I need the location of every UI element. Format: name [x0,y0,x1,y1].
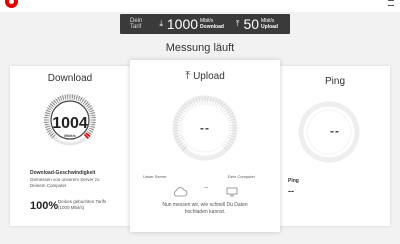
computer-icon [226,184,238,202]
upload-icon: ⤒ [185,70,191,82]
download-value: 1004 [52,115,88,132]
tariff-upload-label: Upload [261,24,278,30]
upload-arrow-icon: ⤒ [235,19,240,28]
tariff-download: ⤓ 1000 Mbit/s Download [159,16,224,32]
upload-card: ⤒ Upload -- Unser Server Dein Computer – … [130,60,280,232]
download-percent: 100% [30,200,59,212]
upload-info-1: Nun messen wir, wie schnell Du Daten [162,202,248,208]
tariff-download-label: Download [200,24,224,30]
download-title: Download [47,73,93,84]
upload-connector: – [204,184,208,191]
upload-computer-label: Dein Computer [228,174,255,179]
tariff-bar: Dein Tarif ⤓ 1000 Mbit/s Download ⤒ 50 M… [120,14,290,34]
top-bar [0,0,400,12]
upload-info-2: hochladen kannst. [184,209,226,215]
cloud-icon [172,184,188,202]
download-arrow-icon: ⤓ [159,19,163,28]
upload-value: -- [200,121,210,135]
ping-value: -- [330,124,340,138]
download-desc-1: Gemessen von unserem Server zu [30,177,100,182]
ping-result: -- [288,186,294,196]
vodafone-logo[interactable] [5,0,18,8]
upload-title: Upload [193,71,225,82]
tariff-upload-value: 50 [243,16,260,32]
tariff-download-value: 1000 [166,16,199,32]
ping-label: Ping [288,178,299,184]
menu-icon[interactable] [388,0,394,6]
download-percent-note-2: (1000 Mbit/s) [58,205,85,210]
download-card: Download 1004 Mbit/s Download-Geschwindi… [10,66,130,226]
upload-server-label: Unser Server [143,174,167,179]
ping-title: Ping [324,76,345,87]
download-desc-2: Deinem Computer [30,183,67,188]
tariff-label: Dein Tarif [130,18,143,30]
download-heading: Download-Geschwindigkeit [30,170,96,176]
tariff-upload: ⤒ 50 Mbit/s Upload [236,16,278,32]
page-title: Messung läuft [165,42,235,54]
download-unit: Mbit/s [64,133,76,138]
ping-card: Ping -- Ping -- [280,66,390,226]
download-percent-note-1: Deines gebuchten Tarifs [58,199,107,204]
